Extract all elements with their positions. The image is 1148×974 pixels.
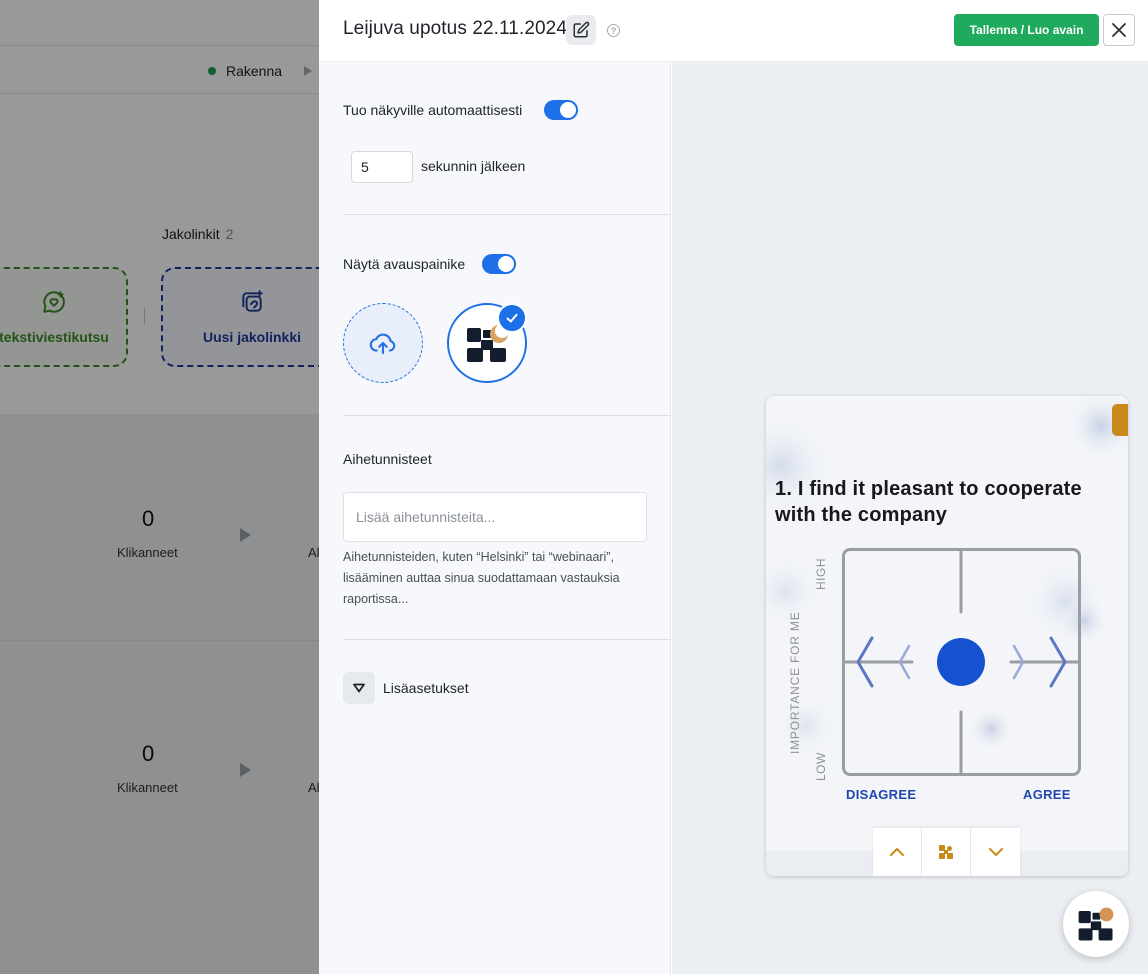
show-open-button-label: Näytä avauspainike [343,256,466,272]
delay-suffix-label: sekunnin jälkeen [421,158,526,174]
tags-title: Aihetunnisteet [343,451,432,467]
selected-check-icon [497,303,527,333]
axis-y-label: IMPORTANCE FOR ME [788,611,802,755]
tags-help-text: Aihetunnisteiden, kuten “Helsinki” tai “… [343,550,620,606]
page-title: Leijuva upotus 22.11.2024 [343,18,567,39]
auto-show-label: Tuo näkyville automaattisesti [343,102,523,118]
next-question-button[interactable] [971,828,1020,876]
advanced-settings-label[interactable]: Lisäasetukset [383,680,469,696]
section-divider-3 [343,639,671,640]
previous-question-button[interactable] [873,828,922,876]
survey-widget-preview: 1. I find it pleasant to cooperate with … [766,396,1128,876]
auto-show-toggle[interactable] [544,100,578,120]
triangle-down-icon [353,683,365,693]
section-divider [343,214,671,215]
drawer-header: Leijuva upotus 22.11.2024 ? Tallenna / L… [319,0,1148,62]
edit-icon [573,21,590,38]
widget-navigation [873,828,1020,876]
close-button[interactable] [1103,14,1135,46]
help-icon[interactable]: ? [607,24,620,37]
save-create-key-button[interactable]: Tallenna / Luo avain [954,14,1099,46]
chevron-down-icon [988,848,1003,856]
tags-input[interactable] [343,492,647,542]
upload-button-image[interactable] [343,303,423,383]
brand-logo-icon [939,845,953,859]
axis-agree-label: AGREE [1023,787,1071,802]
help-icon-glyph: ? [610,25,617,36]
delay-seconds-input[interactable] [351,151,413,183]
widget-logo-button[interactable] [922,828,971,876]
widget-side-tab[interactable] [1112,404,1128,436]
matrix-handle-dot [937,638,985,686]
edit-title-button[interactable] [566,15,596,45]
section-divider-2 [343,415,671,416]
floating-embed-drawer: Leijuva upotus 22.11.2024 ? Tallenna / L… [319,0,1148,974]
axis-high-label: HIGH [814,558,828,590]
brand-logo-icon [1078,907,1114,941]
axis-disagree-label: DISAGREE [846,787,917,802]
show-open-button-toggle[interactable] [482,254,516,274]
close-icon [1112,23,1126,37]
settings-panel: Tuo näkyville automaattisesti sekunnin j… [319,62,671,974]
chevron-up-icon [890,848,904,856]
axis-low-label: LOW [814,752,828,781]
question-text: 1. I find it pleasant to cooperate with … [775,478,1082,526]
widget-launcher-button[interactable] [1063,891,1129,957]
cloud-upload-icon [369,333,396,355]
advanced-settings-toggle[interactable] [343,672,375,704]
matrix-controls[interactable] [842,548,1081,776]
widget-preview-panel: 1. I find it pleasant to cooperate with … [672,62,1148,974]
